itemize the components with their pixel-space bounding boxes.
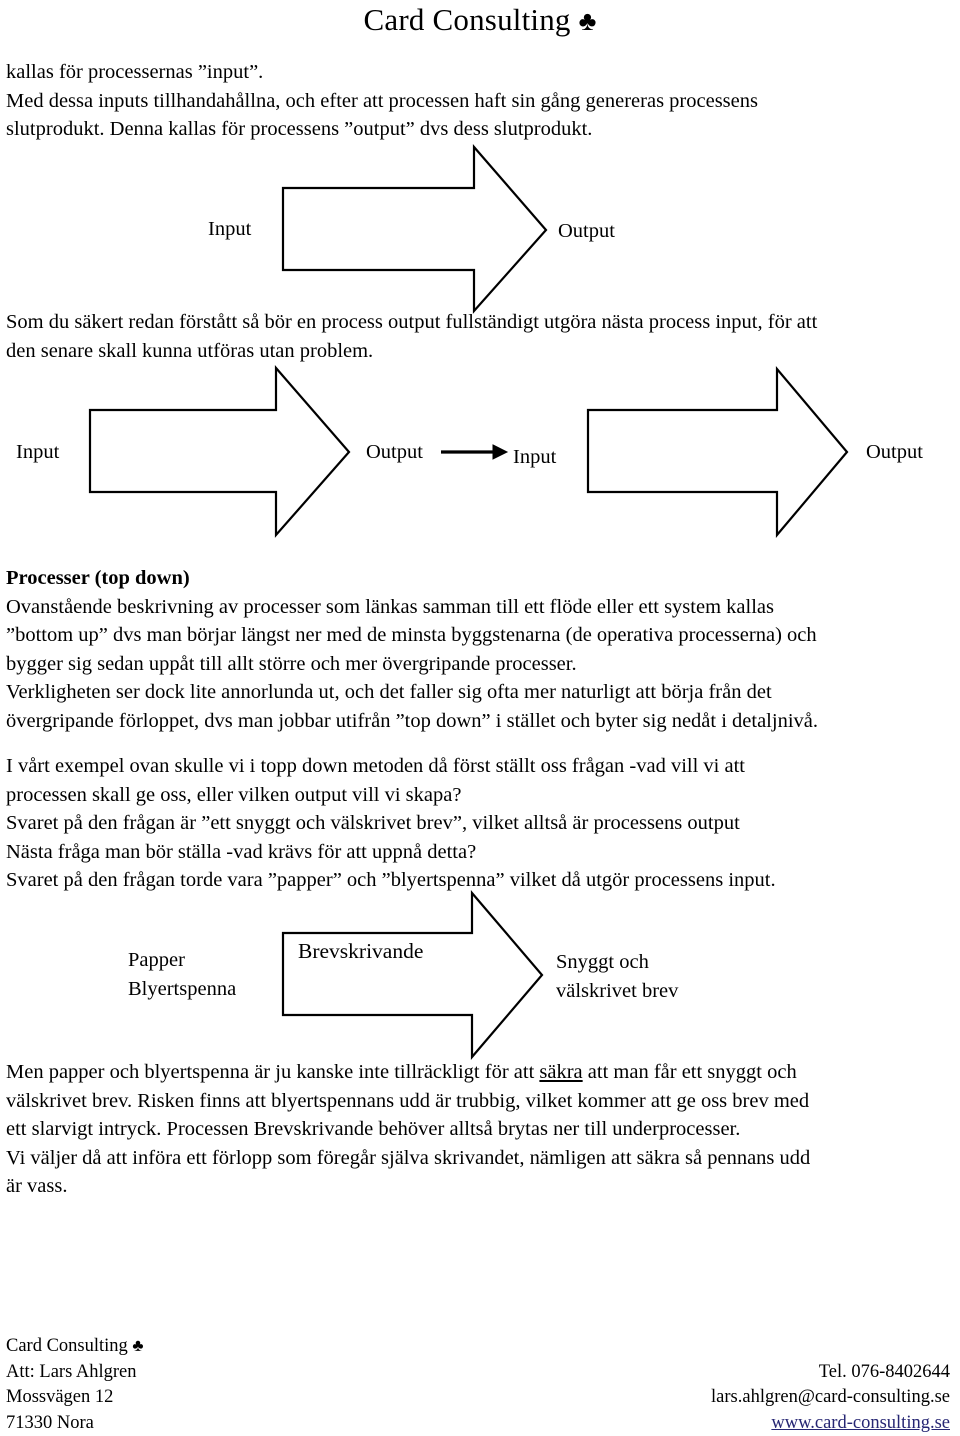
diagram3-input-line1: Papper	[128, 949, 185, 971]
text-line: övergripande förloppet, dvs man jobbar u…	[6, 707, 936, 736]
paragraph-top-down: Processer (top down) Ovanstående beskriv…	[6, 564, 936, 736]
text-line: välskrivet brev. Risken finns att blyert…	[6, 1087, 936, 1116]
block-arrow-process-2a	[90, 368, 349, 535]
text-segment: Men papper och blyertspenna är ju kanske…	[6, 1061, 539, 1083]
footer-city: 71330 Nora	[6, 1411, 94, 1436]
club-suit-icon: ♣	[132, 1336, 143, 1355]
text-line: Ovanstående beskrivning av processer som…	[6, 593, 936, 622]
text-line: den senare skall kunna utföras utan prob…	[6, 337, 936, 366]
block-arrow-brevskrivande	[283, 893, 542, 1057]
footer-website-link[interactable]: www.card-consulting.se	[771, 1411, 950, 1436]
diagram2-input2-label: Input	[513, 444, 556, 470]
footer-attn: Att: Lars Ahlgren	[6, 1360, 137, 1386]
text-line: Svaret på den frågan är ”ett snyggt och …	[6, 809, 936, 838]
footer-company: Card Consulting ♣	[6, 1333, 144, 1360]
block-arrow-process-2b	[588, 369, 847, 535]
text-underlined-sakra: säkra	[539, 1061, 582, 1083]
text-line: Vi väljer då att införa ett förlopp som …	[6, 1144, 936, 1173]
diagram1-output-label: Output	[558, 218, 615, 244]
text-line: Med dessa inputs tillhandahållna, och ef…	[6, 87, 936, 116]
diagram3-output-label: Snyggt och välskrivet brev	[556, 948, 678, 1006]
text-line: Svaret på den frågan torde vara ”papper”…	[6, 866, 936, 895]
paragraph-underprocesser: Men papper och blyertspenna är ju kanske…	[6, 1058, 936, 1201]
text-line: Som du säkert redan förstått så bör en p…	[6, 308, 936, 337]
diagram2-output2-label: Output	[866, 439, 923, 465]
text-line: Nästa fråga man bör ställa -vad krävs fö…	[6, 838, 936, 867]
text-line: I vårt exempel ovan skulle vi i topp dow…	[6, 752, 936, 781]
heading-processer-top-down: Processer (top down)	[6, 564, 936, 593]
paragraph-intro: kallas för processernas ”input”. Med des…	[6, 58, 936, 144]
page-title-text: Card Consulting	[364, 2, 571, 37]
connector-arrow-output-to-input	[441, 445, 507, 459]
block-arrow-process-1	[283, 147, 546, 311]
diagram3-output-line2: välskrivet brev	[556, 980, 678, 1002]
paragraph-process-chain: Som du säkert redan förstått så bör en p…	[6, 308, 936, 365]
text-line: Verkligheten ser dock lite annorlunda ut…	[6, 678, 936, 707]
text-segment: att man får ett snyggt och	[583, 1061, 797, 1083]
footer-email: lars.ahlgren@card-consulting.se	[711, 1385, 950, 1411]
text-line: är vass.	[6, 1172, 936, 1201]
diagram2-input1-label: Input	[16, 439, 59, 465]
text-line: kallas för processernas ”input”.	[6, 58, 936, 87]
diagram2-output1-label: Output	[366, 439, 423, 465]
text-line: Men papper och blyertspenna är ju kanske…	[6, 1058, 936, 1087]
text-line: bygger sig sedan uppåt till allt större …	[6, 650, 936, 679]
footer-row: Card Consulting ♣	[6, 1333, 950, 1360]
club-suit-icon: ♣	[579, 6, 597, 36]
footer-phone: Tel. 076-8402644	[819, 1360, 950, 1386]
diagram3-input-line2: Blyertspenna	[128, 978, 236, 1000]
paragraph-example: I vårt exempel ovan skulle vi i topp dow…	[6, 752, 936, 895]
diagram3-output-line1: Snyggt och	[556, 951, 649, 973]
text-line: slutprodukt. Denna kallas för processens…	[6, 115, 936, 144]
footer-row: 71330 Nora www.card-consulting.se	[6, 1411, 950, 1436]
footer-row: Att: Lars Ahlgren Tel. 076-8402644	[6, 1360, 950, 1386]
text-line: ett slarvigt intryck. Processen Brevskri…	[6, 1115, 936, 1144]
diagram3-input-label: Papper Blyertspenna	[128, 946, 236, 1004]
text-line: ”bottom up” dvs man börjar längst ner me…	[6, 621, 936, 650]
text-line: processen skall ge oss, eller vilken out…	[6, 781, 936, 810]
page-title: Card Consulting ♣	[0, 2, 960, 39]
page-footer: Card Consulting ♣ Att: Lars Ahlgren Tel.…	[6, 1333, 950, 1436]
diagram1-input-label: Input	[208, 216, 251, 242]
diagram3-process-label: Brevskrivande	[298, 938, 423, 964]
document-page: Card Consulting ♣ kallas för processerna…	[0, 0, 960, 1434]
footer-street: Mossvägen 12	[6, 1385, 113, 1411]
footer-company-name: Card Consulting	[6, 1336, 128, 1356]
footer-row: Mossvägen 12 lars.ahlgren@card-consultin…	[6, 1385, 950, 1411]
